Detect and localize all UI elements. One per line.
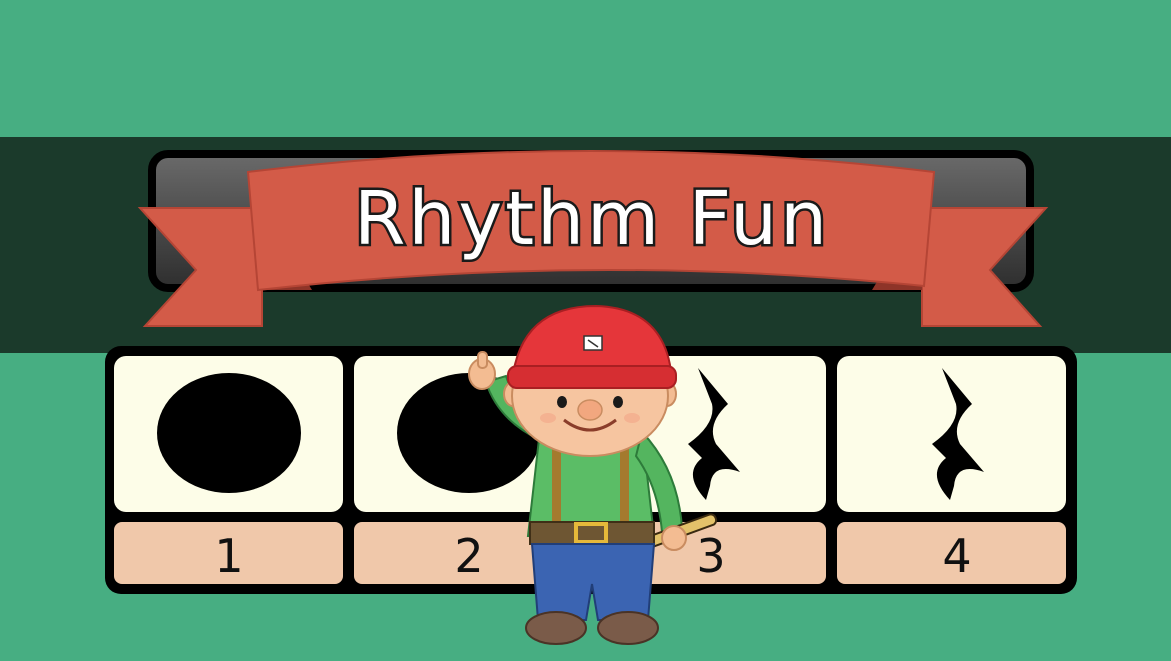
page-title: Rhythm Fun	[354, 176, 830, 262]
beat-card-1[interactable]: 1	[114, 356, 343, 584]
beat-number-4: 4	[942, 529, 971, 583]
beat-number-2: 2	[454, 529, 483, 583]
quarter-note-head-icon	[157, 373, 301, 493]
beat-number-3: 3	[696, 529, 725, 583]
beat-card-4[interactable]: 4	[837, 356, 1066, 584]
beat-number-1: 1	[214, 529, 243, 583]
rhythm-fun-scene: Rhythm Fun 1 2 3 4	[0, 0, 1171, 661]
